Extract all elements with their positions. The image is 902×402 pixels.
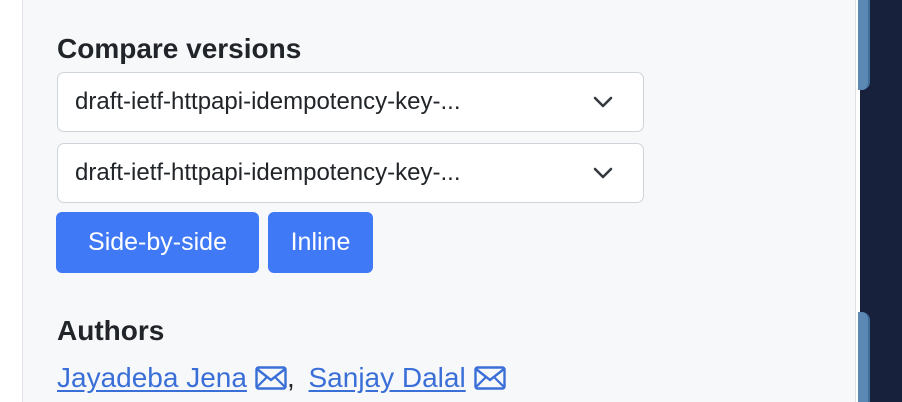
page: Compare versions draft-ietf-httpapi-idem… bbox=[0, 0, 902, 402]
inline-button[interactable]: Inline bbox=[268, 212, 373, 273]
side-tab-bottom[interactable] bbox=[858, 312, 870, 402]
side-tab-top[interactable] bbox=[858, 0, 870, 90]
author-link-2[interactable]: Sanjay Dalal bbox=[309, 362, 466, 393]
envelope-icon[interactable] bbox=[255, 366, 287, 390]
left-gutter bbox=[0, 0, 22, 402]
authors-heading: Authors bbox=[57, 315, 165, 346]
chevron-down-icon bbox=[593, 167, 613, 179]
authors-list: Jayadeba Jena , Sanjay Dalal bbox=[57, 360, 506, 396]
version-to-value: draft-ietf-httpapi-idempotency-key-... bbox=[75, 159, 461, 186]
version-to-select[interactable]: draft-ietf-httpapi-idempotency-key-... bbox=[57, 143, 644, 203]
version-from-value: draft-ietf-httpapi-idempotency-key-... bbox=[75, 88, 461, 115]
envelope-icon[interactable] bbox=[474, 366, 506, 390]
author-separator: , bbox=[286, 362, 295, 393]
compare-versions-heading: Compare versions bbox=[57, 33, 302, 64]
version-from-select[interactable]: draft-ietf-httpapi-idempotency-key-... bbox=[57, 72, 644, 132]
author-link-1[interactable]: Jayadeba Jena bbox=[57, 362, 247, 393]
side-by-side-button[interactable]: Side-by-side bbox=[56, 212, 259, 273]
chevron-down-icon bbox=[593, 96, 613, 108]
